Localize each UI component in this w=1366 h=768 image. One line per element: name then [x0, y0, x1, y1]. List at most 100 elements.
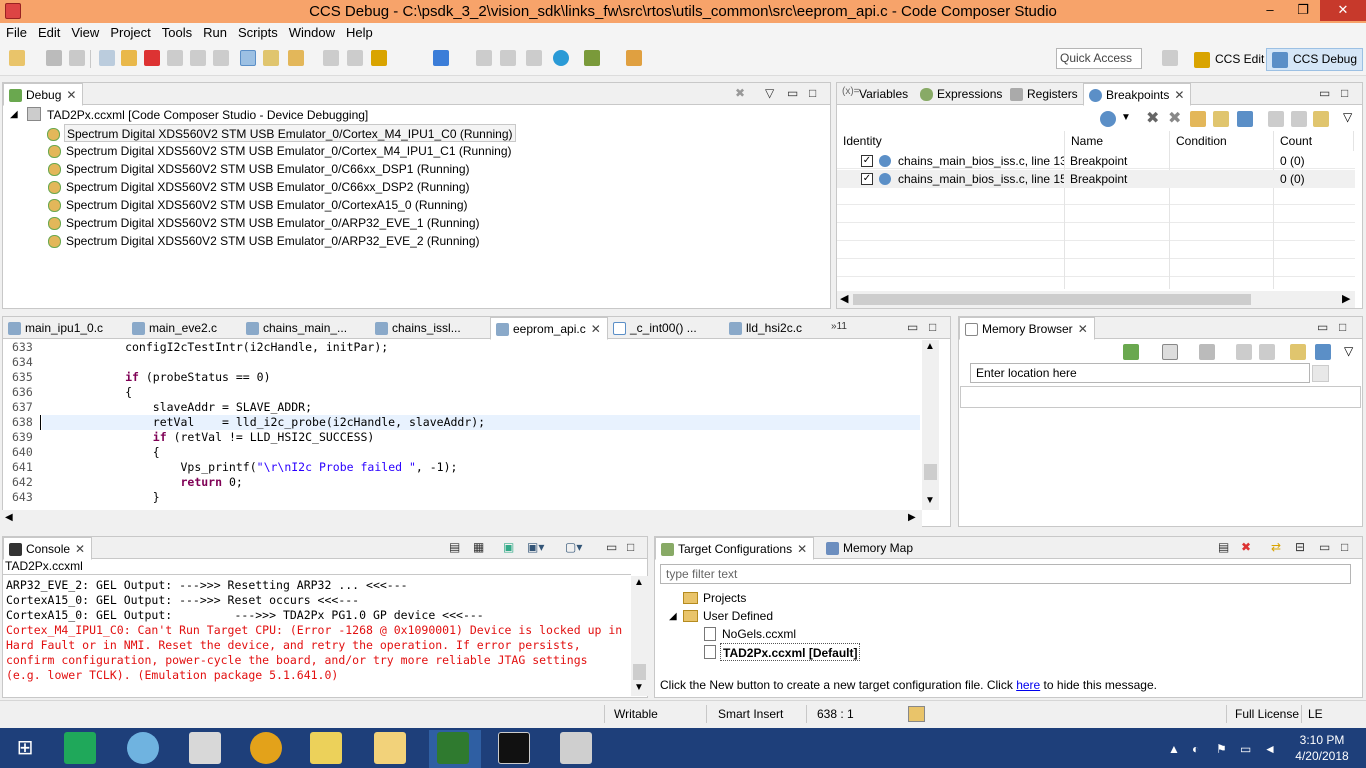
forward-icon[interactable] [1259, 344, 1275, 360]
breakpoint-toggle-icon[interactable] [347, 50, 363, 66]
minimize-view-icon[interactable]: ▭ [1319, 540, 1330, 554]
tab-eeprom-api[interactable]: eeprom_api.c ✕ [490, 317, 608, 340]
chrome-icon[interactable] [250, 732, 282, 764]
go-to-file-icon[interactable] [1237, 111, 1253, 127]
debug-target-item[interactable]: Spectrum Digital XDS560V2 STM USB Emulat… [48, 196, 468, 214]
tab-breakpoints[interactable]: Breakpoints ✕ [1083, 83, 1192, 106]
tab-expressions[interactable]: Expressions [915, 83, 1008, 105]
close-button[interactable]: ✕ [1320, 0, 1366, 21]
link-config-icon[interactable]: ⇄ [1271, 540, 1281, 554]
debug-target-item[interactable]: Spectrum Digital XDS560V2 STM USB Emulat… [48, 232, 480, 250]
command-prompt-icon[interactable] [498, 732, 530, 764]
display-console-icon[interactable]: ▣▾ [527, 540, 544, 554]
scroll-thumb[interactable] [853, 294, 1251, 305]
ccs-taskbar-icon[interactable] [560, 732, 592, 764]
tree-tad2px-default[interactable]: TAD2Px.ccxml [Default] [720, 643, 861, 661]
maximize-view-icon[interactable]: □ [1341, 86, 1348, 100]
open-console-icon[interactable]: ▢▾ [565, 540, 582, 554]
view-menu-icon[interactable]: ▽ [1344, 344, 1353, 358]
text-editor-icon[interactable] [310, 732, 342, 764]
scroll-left-icon[interactable]: ◀ [5, 512, 13, 523]
tab-registers[interactable]: Registers [1005, 83, 1084, 105]
scroll-up-icon[interactable]: ▲ [925, 341, 935, 352]
remove-breakpoint-icon[interactable]: ✖ [1146, 108, 1159, 128]
menu-scripts[interactable]: Scripts [232, 23, 283, 40]
menu-run[interactable]: Run [197, 23, 232, 40]
import-breakpoints-icon[interactable] [1213, 111, 1229, 127]
tab-debug[interactable]: Debug ✕ [3, 83, 84, 106]
maximize-view-icon[interactable]: □ [627, 540, 634, 554]
external-tools-icon[interactable] [584, 50, 600, 66]
maximize-view-icon[interactable]: □ [1341, 540, 1348, 554]
restore-button[interactable]: ❐ [1288, 0, 1318, 21]
tab-chains-main[interactable]: chains_main_... [241, 317, 353, 339]
skip-breakpoints-icon[interactable] [1190, 111, 1206, 127]
editor-hscroll[interactable]: ◀ ▶ [2, 510, 922, 527]
menu-view[interactable]: View [65, 23, 104, 40]
menu-window[interactable]: Window [283, 23, 340, 40]
close-icon[interactable]: ✕ [1174, 88, 1184, 102]
tab-variables[interactable]: (x)= Variables [837, 83, 914, 105]
editor-vscroll[interactable]: ▲ ▼ [922, 340, 939, 510]
bp-identity[interactable]: chains_main_bios_iss.c, line 158 [898, 170, 1064, 188]
expand-all-icon[interactable] [1268, 111, 1284, 127]
col-condition[interactable]: Condition [1170, 131, 1274, 151]
col-identity[interactable]: Identity [837, 131, 1065, 151]
tray-show-hidden-icon[interactable]: ▲ [1168, 742, 1182, 756]
menu-file[interactable]: File [0, 23, 32, 40]
link-with-debug-icon[interactable] [1313, 111, 1329, 127]
save-icon[interactable] [46, 50, 62, 66]
tree-nogels[interactable]: NoGels.ccxml [722, 625, 796, 643]
tools-app-icon[interactable] [189, 732, 221, 764]
close-icon[interactable]: ✕ [66, 88, 76, 102]
scroll-lock-icon[interactable]: ▦ [473, 540, 484, 554]
tree-user-defined[interactable]: User Defined [703, 607, 773, 625]
menu-project[interactable]: Project [104, 23, 155, 40]
maximize-view-icon[interactable]: □ [1339, 320, 1346, 334]
collapse-arrow-icon[interactable]: ◢ [10, 109, 18, 120]
pin-icon[interactable] [1315, 344, 1331, 360]
file-explorer-icon[interactable] [374, 732, 406, 764]
hide-message-link[interactable]: here [1016, 678, 1040, 692]
debug-target-item[interactable]: Spectrum Digital XDS560V2 STM USB Emulat… [48, 142, 512, 160]
run-to-line-icon[interactable] [626, 50, 642, 66]
plot-app-icon[interactable] [437, 732, 469, 764]
tab-overflow[interactable]: »11 [831, 321, 847, 332]
build-icon[interactable] [371, 50, 387, 66]
scroll-right-icon[interactable]: ▶ [908, 512, 916, 523]
view-menu-icon[interactable]: ▽ [1343, 110, 1352, 124]
terminate-icon[interactable] [144, 50, 160, 66]
reset-icon[interactable] [288, 50, 304, 66]
tray-flag-icon[interactable]: ⚑ [1216, 742, 1230, 756]
scroll-left-icon[interactable]: ◀ [840, 292, 848, 305]
people-app-icon[interactable] [127, 732, 159, 764]
perspective-ccs-debug[interactable]: CCS Debug [1266, 48, 1364, 71]
scroll-right-icon[interactable]: ▶ [1342, 292, 1350, 305]
load-program-icon[interactable] [263, 50, 279, 66]
debug-launch-icon[interactable] [433, 50, 449, 66]
col-name[interactable]: Name [1065, 131, 1170, 151]
breakpoint-enabled-checkbox[interactable]: ✓ [861, 155, 873, 167]
tab-memory-browser[interactable]: Memory Browser ✕ [959, 317, 1095, 340]
ccs-app-icon[interactable] [5, 3, 21, 19]
breakpoint-enabled-checkbox[interactable]: ✓ [861, 173, 873, 185]
assembly-over-icon[interactable] [500, 50, 516, 66]
close-icon[interactable]: ✕ [797, 542, 807, 556]
collapse-config-icon[interactable]: ⊟ [1295, 540, 1305, 554]
target-filter-input[interactable]: type filter text [660, 564, 1351, 584]
maximize-view-icon[interactable]: □ [809, 86, 816, 100]
close-icon[interactable]: ✕ [591, 322, 601, 336]
tab-lld-hsi2c[interactable]: lld_hsi2c.c [724, 317, 808, 339]
tab-target-configurations[interactable]: Target Configurations ✕ [655, 537, 815, 560]
tray-battery-icon[interactable]: ▭ [1240, 742, 1254, 756]
menu-edit[interactable]: Edit [32, 23, 65, 40]
expand-arrow-icon[interactable]: ◢ [669, 611, 677, 622]
pin-console-icon[interactable]: ▣ [503, 540, 514, 554]
new-breakpoint-icon[interactable] [1100, 111, 1116, 127]
debug-target-item[interactable]: Spectrum Digital XDS560V2 STM USB Emulat… [47, 124, 516, 142]
tab-main-ipu1[interactable]: main_ipu1_0.c [3, 317, 109, 339]
minimize-view-icon[interactable]: ▭ [1319, 86, 1330, 100]
quick-access-input[interactable]: Quick Access [1056, 48, 1142, 69]
debug-target-item[interactable]: Spectrum Digital XDS560V2 STM USB Emulat… [48, 160, 470, 178]
tab-chains-issl[interactable]: chains_issl... [370, 317, 467, 339]
